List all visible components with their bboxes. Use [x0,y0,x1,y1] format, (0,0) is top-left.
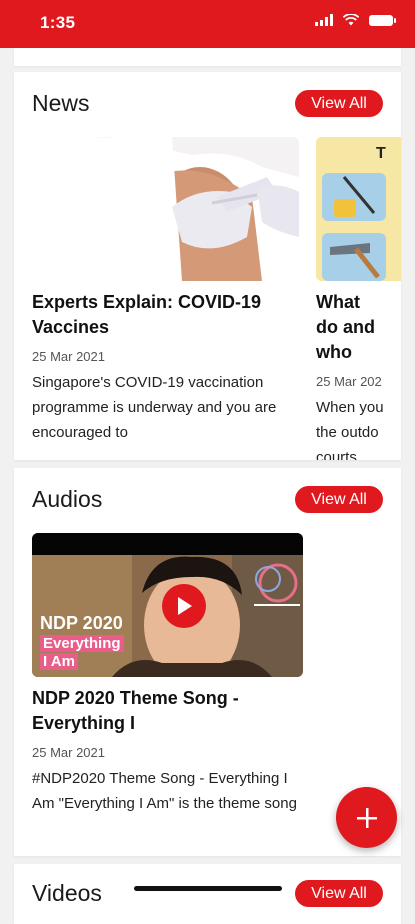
audio-thumbnail-text-1: NDP 2020 [40,613,123,633]
news-thumbnail-text: T [376,145,386,162]
videos-section: Videos View All [14,864,401,924]
news-item-date: 25 Mar 2021 [32,349,105,364]
news-view-all-button[interactable]: View All [295,90,383,117]
news-thumbnail-vaccine [32,137,299,281]
wifi-icon [343,14,359,26]
audio-item-description: #NDP2020 Theme Song - Everything I Am "E… [32,770,297,812]
audio-thumbnail-text-3: I Am [40,653,78,670]
audios-view-all-button[interactable]: View All [295,486,383,513]
audios-section-title: Audios [32,486,103,512]
signal-icon [315,14,333,26]
news-section-title: News [32,90,90,116]
status-bar: 1:35 [0,0,415,48]
news-section: News View All Experts Explain: COVID-19 … [14,72,401,460]
news-item-date: 25 Mar 202 [316,374,382,389]
videos-view-all-button[interactable]: View All [295,880,383,907]
news-item-description: Singapore's COVID-19 vaccination program… [32,374,277,441]
plus-icon [356,807,377,828]
news-item-title: Experts Explain: COVID-19 Vaccines [32,292,262,337]
battery-icon [369,14,396,26]
news-card-item[interactable]: Experts Explain: COVID-19 Vaccines 25 Ma… [32,137,299,445]
audio-thumbnail-text-2: Everything [40,635,124,652]
add-button[interactable] [336,787,397,848]
play-button[interactable] [162,584,206,628]
news-item-title: What do and who [316,292,375,362]
home-indicator [134,886,282,891]
audio-item-title: NDP 2020 Theme Song - Everything I [32,688,239,733]
audio-item-date: 25 Mar 2021 [32,745,105,760]
news-item-description: When you the outdo courts, [316,399,384,460]
status-icons [315,14,396,26]
audio-thumbnail: NDP 2020 Everything I Am [32,533,303,677]
previous-section-card [14,48,401,66]
news-thumbnail-tools: T [316,137,401,281]
videos-section-title: Videos [32,880,102,906]
news-card-item[interactable]: T What do and who 25 Mar 202 When you th… [316,137,401,460]
status-time: 1:35 [40,13,76,32]
play-icon [178,597,192,615]
audio-card-item[interactable]: NDP 2020 Everything I Am NDP 2020 Theme … [32,533,303,816]
